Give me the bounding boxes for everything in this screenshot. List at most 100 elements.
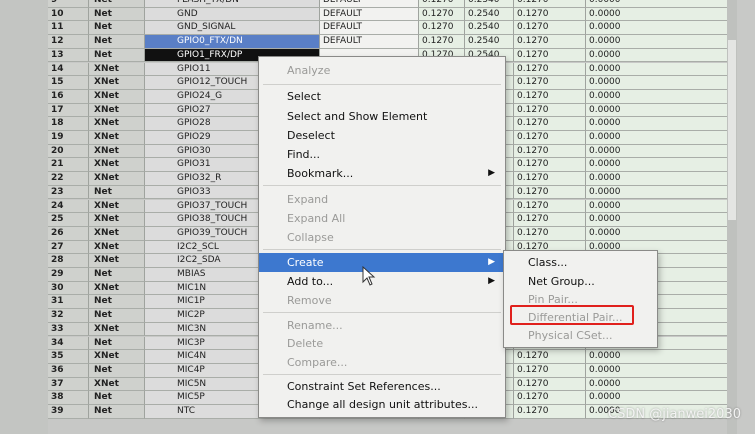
cell-v3[interactable]: 0.1270	[514, 48, 586, 63]
menu-item-select[interactable]: Select	[259, 87, 505, 106]
cell-v4[interactable]: 0.0000	[586, 377, 728, 392]
cell-num[interactable]: 10	[48, 7, 89, 22]
cell-num[interactable]: 30	[48, 281, 89, 296]
cell-v3[interactable]: 0.1270	[514, 158, 586, 173]
table-row[interactable]: 9 Net FLASH_TX/DN DEFAULT 0.1270 0.2540 0.1270…	[48, 0, 728, 8]
cell-type[interactable]: Net	[89, 336, 145, 351]
menu-item-create[interactable]: Create ▶	[259, 253, 505, 272]
table-row[interactable]: 10 Net GND DEFAULT 0.1270 0.2540 0.1270 0.0000	[48, 7, 728, 22]
cell-v1[interactable]: 0.1270	[419, 0, 465, 8]
cell-type[interactable]: Net	[89, 35, 145, 49]
cell-v3[interactable]: 0.1270	[514, 405, 586, 419]
cell-type[interactable]: XNet	[89, 240, 145, 255]
cell-type[interactable]: XNet	[89, 377, 145, 392]
cell-num[interactable]: 20	[48, 144, 89, 159]
cell-cs[interactable]: DEFAULT	[320, 21, 419, 36]
cell-type[interactable]: Net	[89, 309, 145, 323]
cell-num[interactable]: 27	[48, 240, 89, 255]
cell-v3[interactable]: 0.1270	[514, 103, 586, 118]
cell-v3[interactable]: 0.1270	[514, 363, 586, 378]
cell-v4[interactable]: 0.0000	[586, 117, 728, 131]
cell-net[interactable]: GPIO0_FTX/DN	[145, 35, 320, 49]
cell-type[interactable]: Net	[89, 0, 145, 8]
cell-num[interactable]: 28	[48, 254, 89, 268]
cell-type[interactable]: XNet	[89, 199, 145, 214]
submenu-item-class[interactable]: Class...	[504, 253, 657, 272]
cell-num[interactable]: 13	[48, 48, 89, 63]
cell-type[interactable]: XNet	[89, 158, 145, 173]
cell-v4[interactable]: 0.0000	[586, 199, 728, 214]
cell-num[interactable]: 15	[48, 76, 89, 90]
cell-num[interactable]: 35	[48, 350, 89, 364]
cell-type[interactable]: XNet	[89, 117, 145, 131]
cell-v3[interactable]: 0.1270	[514, 7, 586, 22]
cell-num[interactable]: 31	[48, 295, 89, 310]
cell-num[interactable]: 34	[48, 336, 89, 351]
cell-type[interactable]: Net	[89, 7, 145, 22]
cell-v4[interactable]: 0.0000	[586, 21, 728, 36]
cell-type[interactable]: XNet	[89, 62, 145, 77]
cell-type[interactable]: XNet	[89, 226, 145, 241]
cell-v4[interactable]: 0.0000	[586, 213, 728, 227]
cell-v3[interactable]: 0.1270	[514, 117, 586, 131]
cell-type[interactable]: Net	[89, 295, 145, 310]
cell-v3[interactable]: 0.1270	[514, 35, 586, 49]
cell-type[interactable]: XNet	[89, 131, 145, 145]
cell-v3[interactable]: 0.1270	[514, 172, 586, 186]
cell-num[interactable]: 33	[48, 322, 89, 337]
cell-type[interactable]: XNet	[89, 281, 145, 296]
cell-v3[interactable]: 0.1270	[514, 62, 586, 77]
cell-num[interactable]: 21	[48, 158, 89, 173]
cell-v3[interactable]: 0.1270	[514, 144, 586, 159]
cell-num[interactable]: 39	[48, 405, 89, 419]
menu-item-select-and-show[interactable]: Select and Show Element	[259, 107, 505, 126]
cell-num[interactable]: 36	[48, 363, 89, 378]
cell-type[interactable]: Net	[89, 21, 145, 36]
cell-v3[interactable]: 0.1270	[514, 213, 586, 227]
cell-v3[interactable]: 0.1270	[514, 391, 586, 405]
cell-type[interactable]: Net	[89, 363, 145, 378]
cell-num[interactable]: 19	[48, 131, 89, 145]
menu-item-add-to[interactable]: Add to... ▶	[259, 272, 505, 291]
cell-num[interactable]: 18	[48, 117, 89, 131]
menu-item-expand[interactable]: Expand	[259, 190, 505, 209]
menu-item-bookmark[interactable]: Bookmark... ▶	[259, 164, 505, 183]
cell-type[interactable]: Net	[89, 405, 145, 419]
cell-type[interactable]: XNet	[89, 172, 145, 186]
menu-item-rename[interactable]: Rename...	[259, 316, 505, 335]
menu-item-compare[interactable]: Compare...	[259, 353, 505, 372]
cell-cs[interactable]: DEFAULT	[320, 0, 419, 8]
cell-num[interactable]: 11	[48, 21, 89, 36]
cell-num[interactable]: 12	[48, 35, 89, 49]
cell-type[interactable]: XNet	[89, 144, 145, 159]
cell-type[interactable]: Net	[89, 268, 145, 282]
cell-num[interactable]: 32	[48, 309, 89, 323]
cell-num[interactable]: 24	[48, 199, 89, 214]
cell-v3[interactable]: 0.1270	[514, 0, 586, 8]
menu-item-constraint-set-references[interactable]: Constraint Set References...	[259, 377, 505, 396]
cell-v4[interactable]: 0.0000	[586, 0, 728, 8]
cell-v4[interactable]: 0.0000	[586, 172, 728, 186]
menu-item-change-attributes[interactable]: Change all design unit attributes...	[259, 395, 505, 414]
cell-v1[interactable]: 0.1270	[419, 21, 465, 36]
cell-v4[interactable]: 0.0000	[586, 185, 728, 200]
cell-v4[interactable]: 0.0000	[586, 144, 728, 159]
cell-cs[interactable]: DEFAULT	[320, 35, 419, 49]
cell-v4[interactable]: 0.0000	[586, 158, 728, 173]
cell-type[interactable]: XNet	[89, 254, 145, 268]
cell-v2[interactable]: 0.2540	[465, 35, 514, 49]
cell-v3[interactable]: 0.1270	[514, 226, 586, 241]
cell-v3[interactable]: 0.1270	[514, 131, 586, 145]
submenu-item-physical-cset[interactable]: Physical CSet...	[504, 326, 657, 345]
cell-type[interactable]: Net	[89, 391, 145, 405]
cell-num[interactable]: 23	[48, 185, 89, 200]
cell-v4[interactable]: 0.0000	[586, 350, 728, 364]
cell-v3[interactable]: 0.1270	[514, 199, 586, 214]
cell-v4[interactable]: 0.0000	[586, 131, 728, 145]
cell-type[interactable]: XNet	[89, 103, 145, 118]
cell-v2[interactable]: 0.2540	[465, 21, 514, 36]
cell-net[interactable]: GND_SIGNAL	[145, 21, 320, 36]
cell-v4[interactable]: 0.0000	[586, 76, 728, 90]
menu-item-remove[interactable]: Remove	[259, 291, 505, 310]
cell-v1[interactable]: 0.1270	[419, 35, 465, 49]
